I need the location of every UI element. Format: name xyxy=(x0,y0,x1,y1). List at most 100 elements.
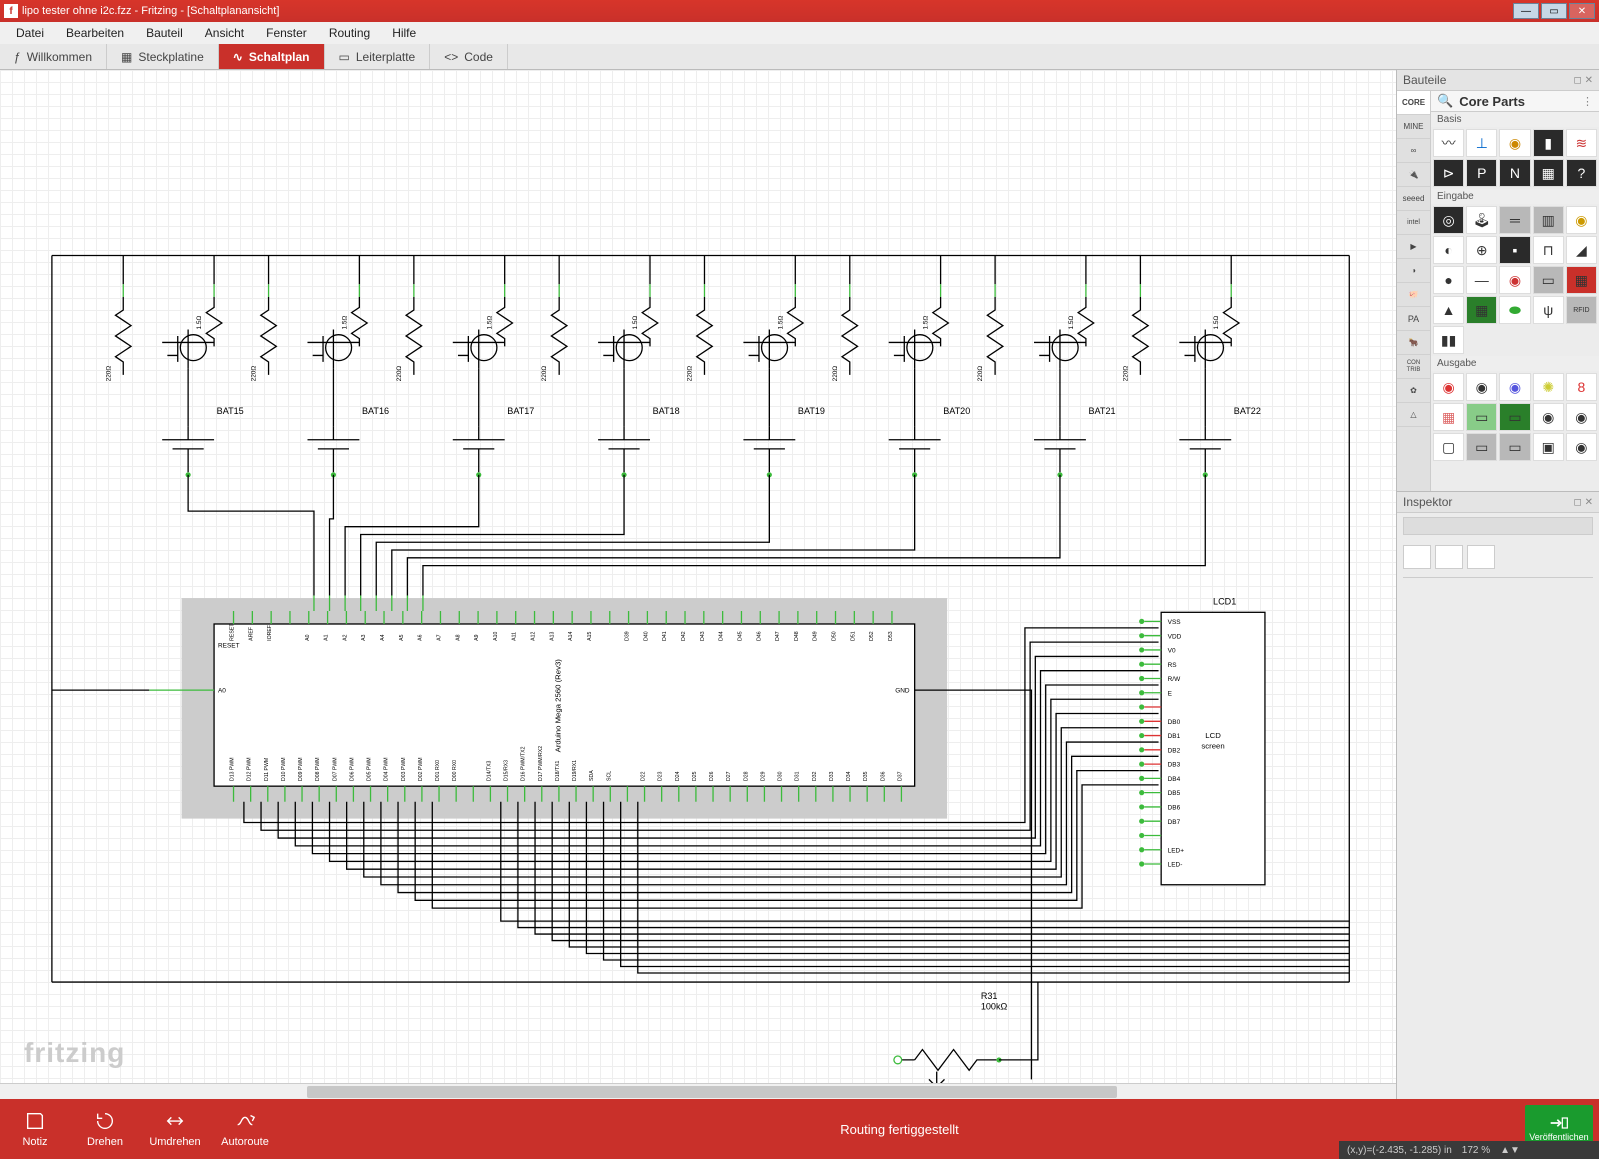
inspector-view-1[interactable] xyxy=(1403,545,1431,569)
part-antenna[interactable]: ψ xyxy=(1533,296,1564,324)
part-ic[interactable]: ▦ xyxy=(1533,159,1564,187)
part-trimmer[interactable]: ⊕ xyxy=(1466,236,1497,264)
menu-hilfe[interactable]: Hilfe xyxy=(382,24,426,42)
zoom-stepper-icon[interactable]: ▲▼ xyxy=(1500,1145,1520,1156)
part-servo[interactable]: ▭ xyxy=(1499,433,1530,461)
menu-datei[interactable]: Datei xyxy=(6,24,54,42)
part-dip[interactable]: ▥ xyxy=(1533,206,1564,234)
part-matrix[interactable]: ▦ xyxy=(1433,403,1464,431)
part-accel[interactable]: ▦ xyxy=(1566,266,1597,294)
bin-core[interactable]: CORE xyxy=(1397,91,1430,115)
part-barcode[interactable]: ▮▮ xyxy=(1433,326,1464,354)
close-button[interactable]: ✕ xyxy=(1569,3,1595,19)
search-icon[interactable]: 🔍 xyxy=(1437,93,1453,109)
bin-contrast[interactable]: ◑ xyxy=(1397,259,1430,283)
bin-pa[interactable]: PA xyxy=(1397,307,1430,331)
part-relay[interactable]: ▭ xyxy=(1466,433,1497,461)
part-ring[interactable]: ✺ xyxy=(1533,373,1564,401)
bin-up[interactable]: △ xyxy=(1397,403,1430,427)
menu-bauteil[interactable]: Bauteil xyxy=(136,24,193,42)
part-inductor[interactable]: ≋ xyxy=(1566,129,1597,157)
part-switch[interactable]: ⊓ xyxy=(1533,236,1564,264)
menu-fenster[interactable]: Fenster xyxy=(256,24,317,42)
bin-arduino[interactable]: ∞ xyxy=(1397,139,1430,163)
part-mic[interactable]: ● xyxy=(1433,266,1464,294)
inspector-controls[interactable]: ◻ ✕ xyxy=(1574,497,1593,508)
part-buzzer[interactable]: ▢ xyxy=(1433,433,1464,461)
part-encoder[interactable]: ◎ xyxy=(1433,206,1464,234)
status-autoroute-button[interactable]: Autoroute xyxy=(210,1099,280,1159)
svg-text:DB7: DB7 xyxy=(1168,819,1181,826)
part-thermistor[interactable]: — xyxy=(1466,266,1497,294)
bin-play[interactable]: ▶ xyxy=(1397,235,1430,259)
svg-text:LED+: LED+ xyxy=(1168,847,1185,854)
part-rgb[interactable]: ◉ xyxy=(1466,373,1497,401)
inspector-view-3[interactable] xyxy=(1467,545,1495,569)
part-led2[interactable]: ◉ xyxy=(1499,373,1530,401)
maximize-button[interactable]: ▭ xyxy=(1541,3,1567,19)
part-distance[interactable]: ▭ xyxy=(1533,266,1564,294)
svg-text:A6: A6 xyxy=(418,634,424,640)
bin-gear[interactable]: ✿ xyxy=(1397,379,1430,403)
schematic-canvas[interactable]: 220Ω1.5ΩBAT15220Ω1.5ΩBAT16220Ω1.5ΩBAT172… xyxy=(0,70,1396,1099)
bin-seeed[interactable]: seeed xyxy=(1397,187,1430,211)
part-coil[interactable]: ◉ xyxy=(1499,129,1530,157)
svg-text:D07 PWM: D07 PWM xyxy=(332,757,338,781)
tab-leiterplatte[interactable]: ▭Leiterplatte xyxy=(325,44,431,69)
part-joystick[interactable]: 🕹 xyxy=(1466,206,1497,234)
svg-text:A8: A8 xyxy=(455,634,461,640)
status-rotate-button[interactable]: Drehen xyxy=(70,1099,140,1159)
zoom-readout[interactable]: 172 % xyxy=(1462,1145,1490,1156)
parts-panel-header[interactable]: Bauteile ◻ ✕ xyxy=(1397,70,1599,91)
status-note-button[interactable]: Notiz xyxy=(0,1099,70,1159)
part-ir[interactable]: ▲ xyxy=(1433,296,1464,324)
part-diode[interactable]: ⊳ xyxy=(1433,159,1464,187)
bin-mine[interactable]: MINE xyxy=(1397,115,1430,139)
section-basis: Basis xyxy=(1431,112,1599,127)
part-vibra[interactable]: ◉ xyxy=(1566,433,1597,461)
part-stepper[interactable]: ▣ xyxy=(1533,433,1564,461)
menu-ansicht[interactable]: Ansicht xyxy=(195,24,254,42)
part-led[interactable]: ◉ xyxy=(1433,373,1464,401)
part-pot[interactable]: ◐ xyxy=(1433,236,1464,264)
part-capacitor[interactable]: ⊥ xyxy=(1466,129,1497,157)
part-transistor-p[interactable]: P xyxy=(1466,159,1497,187)
status-flip-button[interactable]: Umdrehen xyxy=(140,1099,210,1159)
bin-contrib[interactable]: CONTRIB xyxy=(1397,355,1430,379)
tab-code[interactable]: <>Code xyxy=(430,44,508,69)
parts-panel-controls[interactable]: ◻ ✕ xyxy=(1574,75,1593,86)
tab-schaltplan[interactable]: ∿Schaltplan xyxy=(219,44,325,69)
part-tag[interactable]: RFID xyxy=(1566,296,1597,324)
part-tact[interactable]: ▪ xyxy=(1499,236,1530,264)
part-coin[interactable]: ◉ xyxy=(1566,206,1597,234)
part-photocell[interactable]: ◉ xyxy=(1499,266,1530,294)
part-lcd[interactable]: ▭ xyxy=(1466,403,1497,431)
inspector-header[interactable]: Inspektor ◻ ✕ xyxy=(1397,492,1599,513)
part-slider[interactable]: ═ xyxy=(1499,206,1530,234)
part-speaker[interactable]: ◉ xyxy=(1566,403,1597,431)
scroll-thumb[interactable] xyxy=(307,1086,1117,1098)
part-7seg[interactable]: 8 xyxy=(1566,373,1597,401)
inspector-name-field[interactable] xyxy=(1403,517,1593,535)
part-oled[interactable]: ▭ xyxy=(1499,403,1530,431)
tab-steckplatine[interactable]: ▦Steckplatine xyxy=(107,44,219,69)
menu-bearbeiten[interactable]: Bearbeiten xyxy=(56,24,134,42)
bin-plug[interactable]: 🔌 xyxy=(1397,163,1430,187)
part-transistor-n[interactable]: N xyxy=(1499,159,1530,187)
horizontal-scrollbar[interactable] xyxy=(0,1083,1396,1099)
part-reed[interactable]: ⬬ xyxy=(1499,296,1530,324)
tab-willkommen[interactable]: ƒWillkommen xyxy=(0,44,107,69)
part-mystery[interactable]: ? xyxy=(1566,159,1597,187)
bin-intel[interactable]: intel xyxy=(1397,211,1430,235)
part-resistor[interactable]: 〰 xyxy=(1433,129,1464,157)
inspector-view-2[interactable] xyxy=(1435,545,1463,569)
part-rfid[interactable]: ▦ xyxy=(1466,296,1497,324)
part-motor[interactable]: ◉ xyxy=(1533,403,1564,431)
menu-routing[interactable]: Routing xyxy=(319,24,380,42)
minimize-button[interactable]: — xyxy=(1513,3,1539,19)
bin-pig[interactable]: 🐖 xyxy=(1397,283,1430,307)
bin-ox[interactable]: 🐂 xyxy=(1397,331,1430,355)
bin-menu-icon[interactable]: ⋮ xyxy=(1582,95,1593,108)
part-tilt[interactable]: ◢ xyxy=(1566,236,1597,264)
part-electrolytic[interactable]: ▮ xyxy=(1533,129,1564,157)
